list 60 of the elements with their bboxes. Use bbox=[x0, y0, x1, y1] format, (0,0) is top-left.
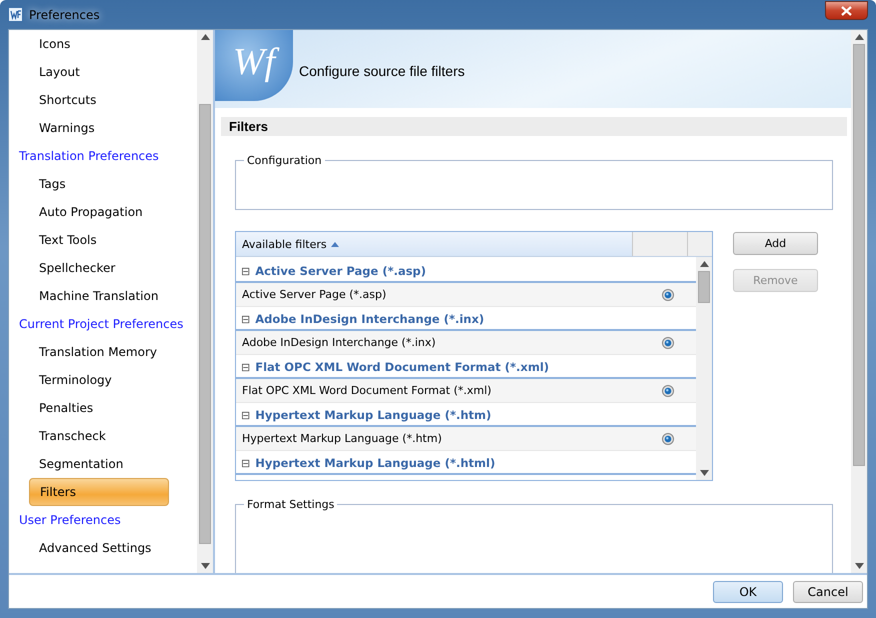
dialog-button[interactable]: Cancel bbox=[793, 580, 863, 602]
sidebar-item[interactable]: Transcheck bbox=[9, 422, 197, 450]
collapse-icon[interactable]: ⊟ bbox=[241, 408, 250, 422]
close-icon bbox=[841, 6, 852, 16]
column-header[interactable]: Available filters bbox=[236, 232, 632, 256]
sidebar-item[interactable]: Segmentation bbox=[9, 450, 197, 478]
radio-icon bbox=[662, 336, 674, 348]
sidebar-item[interactable]: Advanced Settings bbox=[9, 534, 197, 562]
collapse-icon[interactable]: ⊟ bbox=[241, 312, 250, 326]
scroll-up-icon[interactable] bbox=[700, 261, 708, 267]
logo: Wf bbox=[215, 30, 293, 101]
sidebar-item[interactable]: Layout bbox=[9, 58, 197, 86]
scrollbar-thumb[interactable] bbox=[199, 104, 211, 544]
app-icon bbox=[8, 7, 23, 22]
column-header[interactable] bbox=[687, 232, 712, 256]
sidebar-item[interactable]: Spellchecker bbox=[9, 254, 197, 282]
filter-row[interactable]: Flat OPC XML Word Document Format (*.xml) bbox=[236, 379, 696, 403]
radio-icon bbox=[662, 384, 674, 396]
sidebar-item[interactable]: Terminology bbox=[9, 366, 197, 394]
scroll-up-icon[interactable] bbox=[854, 34, 864, 40]
sidebar-item[interactable]: Shortcuts bbox=[9, 86, 197, 114]
sidebar-item[interactable]: Tags bbox=[9, 170, 197, 198]
section-title: Filters bbox=[221, 117, 847, 136]
radio-icon bbox=[662, 288, 674, 300]
window-title: Preferences bbox=[29, 8, 100, 22]
scroll-down-icon[interactable] bbox=[854, 563, 864, 569]
collapse-icon[interactable]: ⊟ bbox=[241, 360, 250, 374]
sidebar-item[interactable]: Translation Memory bbox=[9, 338, 197, 366]
sidebar-item[interactable]: Warnings bbox=[9, 114, 197, 142]
collapse-icon[interactable]: ⊟ bbox=[241, 264, 250, 278]
scrollbar-thumb[interactable] bbox=[853, 44, 865, 466]
group-header[interactable]: ⊟ Hypertext Markup Language (*.html) bbox=[236, 453, 696, 475]
sidebar-item[interactable]: Auto Propagation bbox=[9, 198, 197, 226]
scroll-down-icon[interactable] bbox=[700, 470, 708, 476]
filter-row[interactable]: Adobe InDesign Interchange (*.inx) bbox=[236, 331, 696, 355]
banner-title: Configure source file filters bbox=[299, 63, 465, 79]
scrollbar[interactable] bbox=[851, 30, 867, 573]
scroll-down-icon[interactable] bbox=[200, 563, 210, 569]
sidebar-item[interactable]: Translation Preferences bbox=[9, 142, 197, 170]
scroll-up-icon[interactable] bbox=[200, 34, 210, 40]
sidebar-item[interactable]: Penalties bbox=[9, 394, 197, 422]
sidebar-item[interactable]: Machine Translation bbox=[9, 282, 197, 310]
sort-icon bbox=[330, 242, 339, 246]
radio-icon bbox=[662, 432, 674, 444]
sidebar-item[interactable]: Filters bbox=[29, 478, 169, 506]
filter-row[interactable]: Active Server Page (*.asp) bbox=[236, 283, 696, 307]
dialog-button[interactable]: OK bbox=[713, 580, 783, 602]
add-button[interactable]: Add bbox=[733, 232, 818, 255]
collapse-icon[interactable]: ⊟ bbox=[241, 456, 250, 470]
scrollbar[interactable] bbox=[696, 257, 712, 480]
filter-row[interactable]: Hypertext Markup Language (*.htm) bbox=[236, 427, 696, 451]
scrollbar[interactable] bbox=[197, 30, 213, 573]
sidebar-item[interactable]: Icons bbox=[9, 30, 197, 58]
sidebar-item[interactable]: Current Project Preferences bbox=[9, 310, 197, 338]
sidebar-item[interactable]: User Preferences bbox=[9, 506, 197, 534]
group-legend: Configuration bbox=[244, 154, 325, 167]
group-legend: Format Settings bbox=[244, 498, 338, 511]
close-button[interactable] bbox=[825, 1, 868, 20]
sidebar-item[interactable]: Text Tools bbox=[9, 226, 197, 254]
scrollbar-thumb[interactable] bbox=[698, 271, 710, 303]
